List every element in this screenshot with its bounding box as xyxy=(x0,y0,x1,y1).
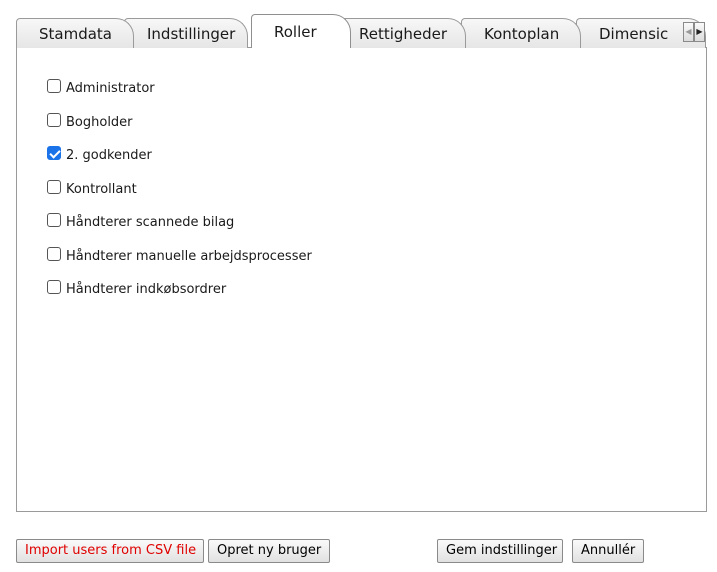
import-users-csv-button[interactable]: Import users from CSV file xyxy=(16,539,204,563)
role-label: Håndterer scannede bilag xyxy=(66,214,235,230)
role-bogholder[interactable]: Bogholder xyxy=(47,112,133,132)
role-label: Håndterer indkøbsordrer xyxy=(66,281,227,297)
role-checkbox[interactable] xyxy=(47,113,61,127)
save-settings-button[interactable]: Gem indstillinger xyxy=(437,539,563,563)
cancel-button[interactable]: Annullér xyxy=(572,539,644,563)
role-checkbox[interactable] xyxy=(47,79,61,93)
role-checkbox[interactable] xyxy=(47,213,61,227)
role-administrator[interactable]: Administrator xyxy=(47,78,155,98)
tab-indstillinger[interactable]: Indstillinger xyxy=(124,18,248,48)
triangle-right-icon: ▶ xyxy=(696,27,703,36)
role-checkbox[interactable] xyxy=(47,280,61,294)
role-checkbox[interactable] xyxy=(47,180,61,194)
tab-strip: Stamdata Indstillinger Roller Rettighede… xyxy=(16,14,706,48)
role-checkbox[interactable] xyxy=(47,146,61,160)
role-label: Bogholder xyxy=(66,114,133,130)
tab-scroll-buttons: ◀ ▶ xyxy=(683,22,705,42)
role-indkobsordrer[interactable]: Håndterer indkøbsordrer xyxy=(47,279,226,299)
tab-roller[interactable]: Roller xyxy=(251,14,351,48)
role-scannede-bilag[interactable]: Håndterer scannede bilag xyxy=(47,212,234,232)
tab-scroll-left-button[interactable]: ◀ xyxy=(683,22,694,42)
tab-rettigheder[interactable]: Rettigheder xyxy=(336,18,466,48)
create-user-button[interactable]: Opret ny bruger xyxy=(208,539,330,563)
role-label: 2. godkender xyxy=(66,147,152,163)
role-label: Administrator xyxy=(66,80,155,96)
roles-panel: Administrator Bogholder 2. godkender Kon… xyxy=(16,48,707,512)
tab-stamdata[interactable]: Stamdata xyxy=(16,18,134,48)
role-2-godkender[interactable]: 2. godkender xyxy=(47,145,152,165)
role-kontrollant[interactable]: Kontrollant xyxy=(47,179,137,199)
role-label: Kontrollant xyxy=(66,181,137,197)
role-label: Håndterer manuelle arbejdsprocesser xyxy=(66,248,312,264)
tab-scroll-right-button[interactable]: ▶ xyxy=(694,22,705,42)
role-checkbox[interactable] xyxy=(47,247,61,261)
role-manuelle-arbejdsprocesser[interactable]: Håndterer manuelle arbejdsprocesser xyxy=(47,246,312,266)
tab-kontoplan[interactable]: Kontoplan xyxy=(461,18,581,48)
triangle-left-icon: ◀ xyxy=(685,27,692,36)
